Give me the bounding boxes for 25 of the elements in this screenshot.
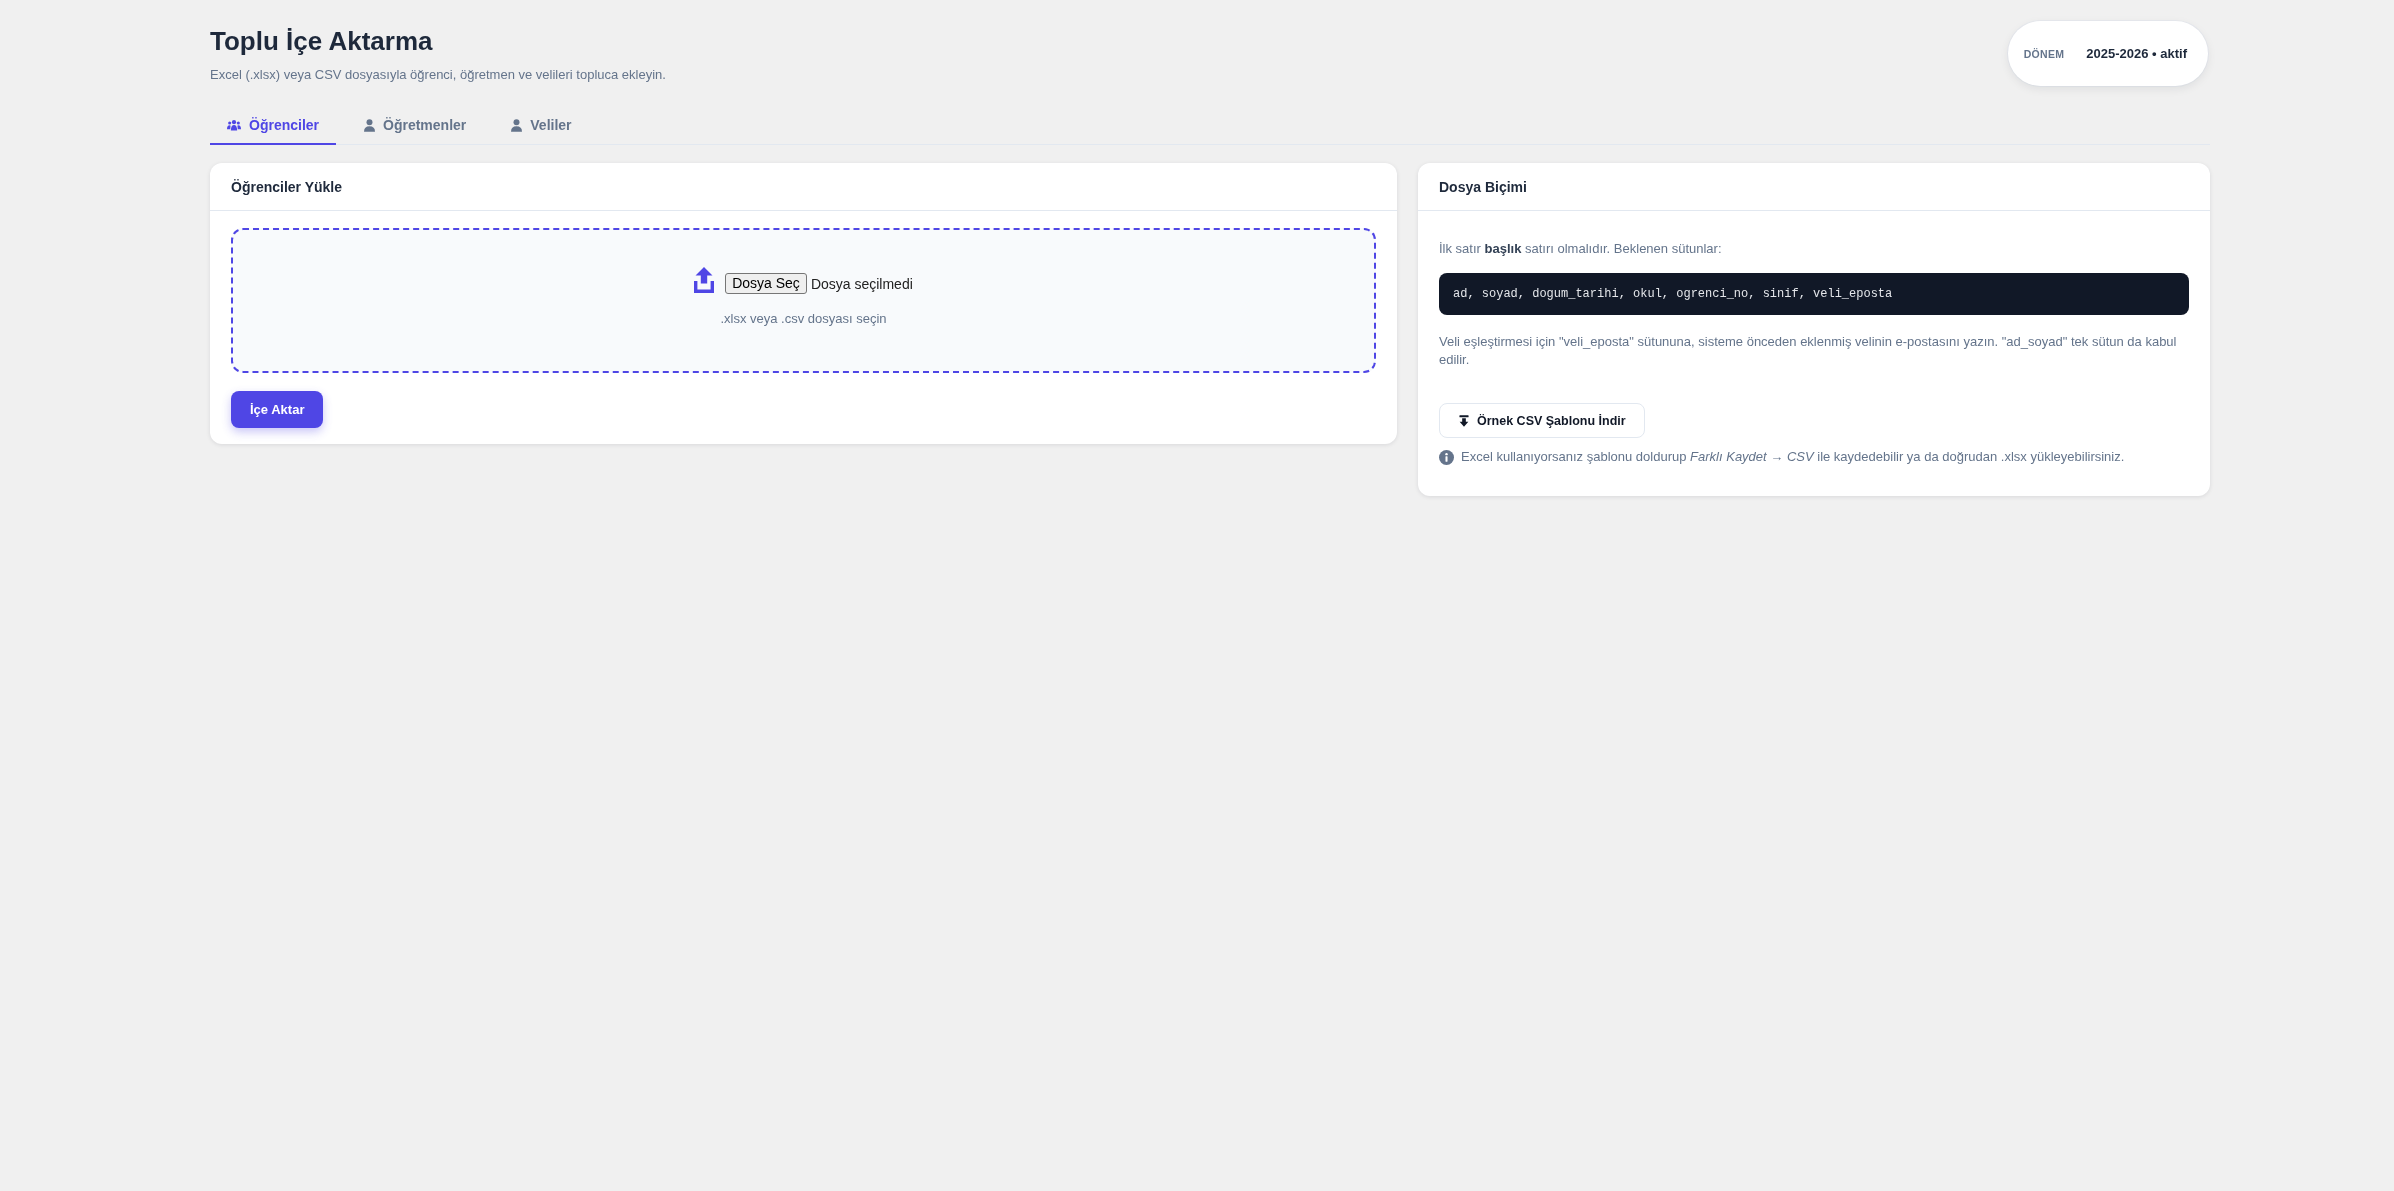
file-type-hint: .xlsx veya .csv dosyası seçin	[720, 310, 887, 328]
tab[interactable]: Veliler	[494, 107, 589, 145]
term-value: 2025-2026 • aktif	[2086, 46, 2187, 61]
download-template-button[interactable]: Örnek CSV Şablonu İndir	[1439, 403, 1645, 438]
tip-text: Excel kullanıyorsanız şablonu doldurup Farklı Kaydet → CSV ile kaydedebilir ya da doğrudan .xlsx yükleyebilirsiniz.	[1461, 448, 2125, 466]
column-list-code: ad, soyad, dogum_tarihi, okul, ogrenci_no, sinif, veli_eposta	[1439, 273, 2189, 315]
page-subtitle: Excel (.xlsx) veya CSV dosyasıyla öğrenci, öğretmen ve velileri topluca ekleyin.	[210, 66, 666, 84]
tab[interactable]: Öğrenciler	[210, 107, 337, 145]
info-icon	[1439, 449, 1454, 465]
tab[interactable]: Öğretmenler	[347, 107, 484, 145]
file-status-text: Dosya seçilmedi	[810, 275, 913, 292]
user-icon	[511, 118, 523, 132]
card-title: Öğrenciler Yükle	[231, 178, 342, 195]
choose-file-button[interactable]: Dosya Seç	[725, 273, 807, 294]
format-intro-text: İlk satır başlık satırı olmalıdır. Beklenen sütunlar:	[1439, 240, 1723, 258]
file-drop-zone[interactable]: Dosya Seç Dosya seçilmedi .xlsx veya .csv dosyası seçin	[231, 228, 1376, 373]
page-title: Toplu İçe Aktarma	[210, 25, 434, 58]
upload-icon	[694, 266, 715, 293]
users-icon	[227, 119, 241, 131]
import-button[interactable]: İçe Aktar	[231, 391, 324, 428]
parent-matching-note: Veli eşleştirmesi için "veli_eposta" sütununa, sisteme önceden eklenmiş velinin e-postasını yazın. "ad_soyad" tek sütun da kabul edilir.	[1439, 333, 2178, 369]
download-icon	[1459, 414, 1469, 427]
term-label: DÖNEM	[2023, 47, 2065, 60]
card-title: Dosya Biçimi	[1439, 178, 1527, 195]
user-icon	[364, 118, 376, 132]
